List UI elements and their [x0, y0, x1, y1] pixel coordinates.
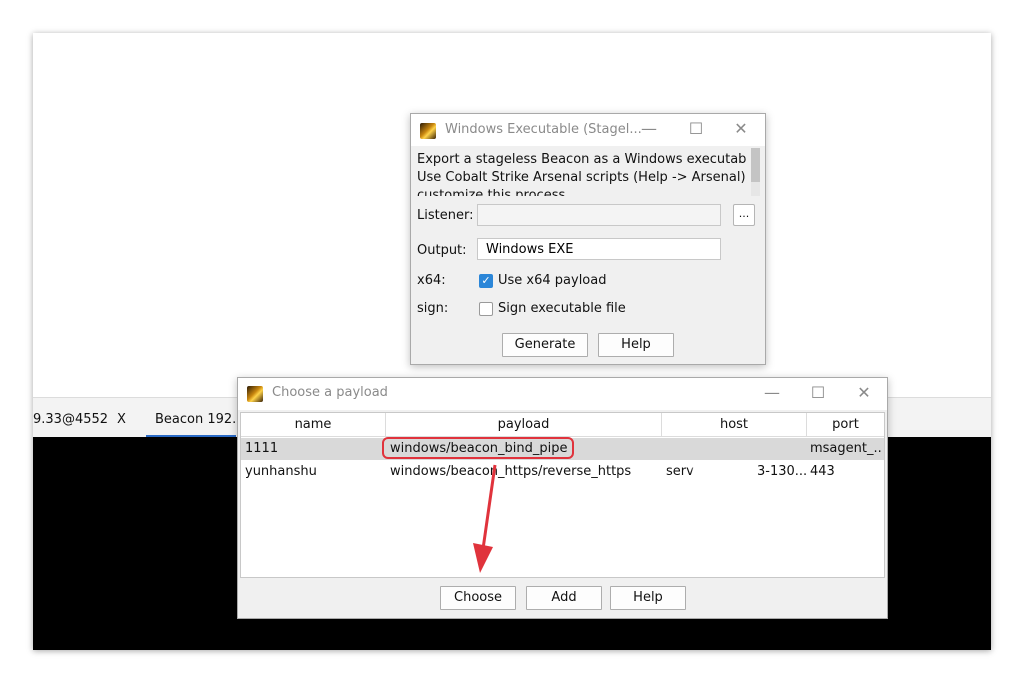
scrollbar-thumb[interactable] [751, 148, 760, 182]
listener-browse-button[interactable]: ... [733, 204, 755, 226]
x64-checkbox-label: Use x64 payload [498, 273, 607, 288]
dialog-titlebar: Choose a payload — ☐ ✕ [238, 378, 887, 410]
row-port: msagent_... [810, 441, 882, 456]
description-text: Export a stageless Beacon as a Windows e… [417, 151, 747, 196]
row-port: 443 [810, 464, 835, 479]
tab-close-button[interactable]: X [117, 412, 126, 427]
add-button[interactable]: Add [526, 586, 602, 610]
dialog-title: Windows Executable (Stagel... [445, 122, 642, 137]
minimize-icon[interactable]: — [762, 383, 782, 402]
listener-label: Listener: [417, 208, 474, 223]
maximize-icon[interactable]: ☐ [808, 383, 828, 402]
row-name: yunhanshu [245, 464, 317, 479]
help-button[interactable]: Help [610, 586, 686, 610]
cobalt-strike-app-icon [247, 386, 263, 402]
tab-beacon[interactable]: Beacon 192.1( [155, 412, 250, 427]
close-icon[interactable]: ✕ [854, 383, 874, 402]
description-scrollbar[interactable] [751, 148, 760, 196]
column-header-payload[interactable]: payload [386, 413, 662, 437]
maximize-icon[interactable]: ☐ [686, 119, 706, 138]
description-line: Export a stageless Beacon as a Windows e… [417, 152, 747, 167]
annotation-highlight-box [382, 437, 574, 459]
generate-button[interactable]: Generate [502, 333, 588, 357]
x64-label: x64: [417, 273, 446, 288]
output-select[interactable] [477, 238, 721, 260]
tab-session[interactable]: 9.33@4552 [33, 412, 108, 427]
output-label: Output: [417, 243, 467, 258]
column-header-host[interactable]: host [662, 413, 807, 437]
cobalt-strike-app-icon [420, 123, 436, 139]
redacted-host-area [693, 464, 755, 480]
row-name: 1111 [245, 441, 279, 456]
payload-table: name payload host port 1111 windows/beac… [240, 412, 885, 578]
column-header-name[interactable]: name [241, 413, 386, 437]
choose-payload-dialog: Choose a payload — ☐ ✕ name payload host… [237, 377, 888, 619]
description-line: customize this process. [417, 188, 570, 196]
sign-label: sign: [417, 301, 449, 316]
help-button[interactable]: Help [598, 333, 674, 357]
windows-executable-dialog: Windows Executable (Stagel... — ☐ ✕ Expo… [410, 113, 766, 365]
listener-field[interactable] [477, 204, 721, 226]
row-host [666, 438, 804, 460]
minimize-icon[interactable]: — [639, 119, 659, 138]
column-header-port[interactable]: port [807, 413, 884, 437]
x64-checkbox[interactable]: ✓ [479, 274, 493, 288]
description-line: Use Cobalt Strike Arsenal scripts (Help … [417, 170, 747, 185]
row-host-suffix: 3-130... [757, 464, 807, 479]
table-row[interactable]: yunhanshu windows/beacon_https/reverse_h… [241, 461, 884, 483]
annotation-arrow-icon [473, 464, 497, 573]
sign-checkbox-label: Sign executable file [498, 301, 626, 316]
row-payload: windows/beacon_https/reverse_https [390, 464, 632, 479]
choose-button[interactable]: Choose [440, 586, 516, 610]
close-icon[interactable]: ✕ [731, 119, 751, 138]
dialog-titlebar: Windows Executable (Stagel... — ☐ ✕ [411, 114, 765, 146]
dialog-title: Choose a payload [272, 385, 388, 400]
sign-checkbox[interactable] [479, 302, 493, 316]
